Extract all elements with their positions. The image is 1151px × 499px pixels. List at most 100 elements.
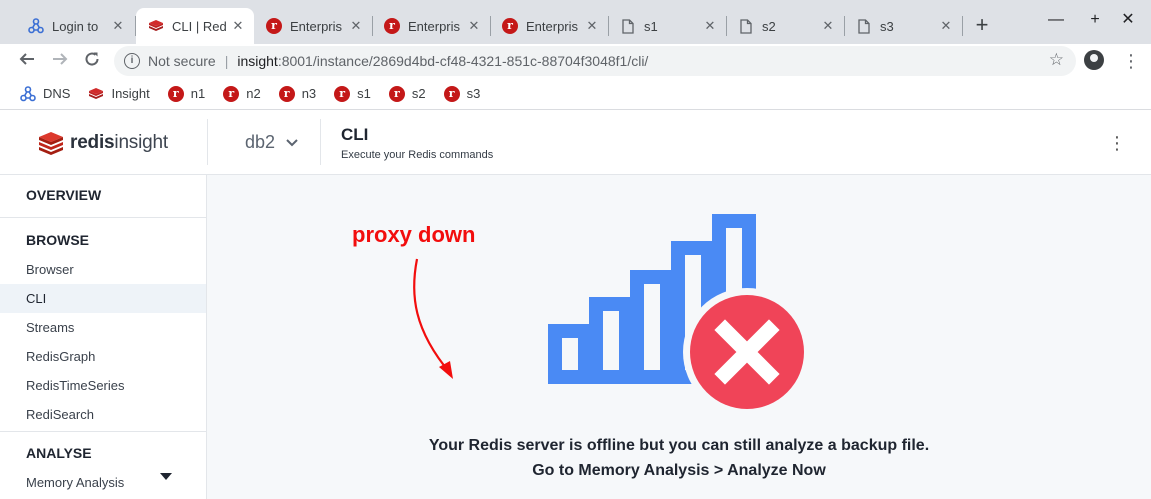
close-icon[interactable]: ✕ — [348, 18, 364, 34]
redis-r-icon: r — [266, 18, 282, 34]
tab-s1[interactable]: s1 ✕ — [608, 8, 726, 44]
chevron-down-icon — [286, 138, 298, 146]
dns-icon — [28, 18, 44, 34]
tab-title: Enterpris — [526, 18, 579, 34]
logo-text: redisinsight — [70, 132, 168, 153]
bookmark-dns[interactable]: DNS — [20, 85, 70, 102]
bookmark-n3[interactable]: r n3 — [278, 85, 317, 102]
main-content: proxy down Your Redis server is offline … — [207, 175, 1151, 499]
app-menu-icon[interactable]: ⋮ — [1108, 131, 1126, 155]
redis-logo-icon — [39, 132, 63, 155]
sidebar-item-redistimeseries[interactable]: RedisTimeSeries — [0, 371, 206, 400]
bookmark-label: n3 — [301, 86, 317, 101]
redis-insight-icon — [148, 18, 164, 34]
redis-insight-icon — [88, 86, 104, 102]
tab-enterprise-3[interactable]: r Enterpris ✕ — [490, 8, 608, 44]
redis-r-icon: r — [443, 85, 460, 102]
back-button[interactable] — [14, 48, 40, 74]
redis-r-icon: r — [167, 85, 184, 102]
close-icon[interactable]: ✕ — [466, 18, 482, 34]
security-label: Not secure — [148, 53, 216, 69]
redis-r-icon: r — [388, 85, 405, 102]
forward-button[interactable] — [47, 48, 73, 74]
bookmark-label: s3 — [466, 86, 481, 101]
arrow-left-icon — [19, 53, 34, 65]
close-icon[interactable]: ✕ — [820, 18, 836, 34]
sidebar-item-streams[interactable]: Streams — [0, 313, 206, 342]
close-icon[interactable]: ✕ — [938, 18, 954, 34]
close-window-button[interactable]: ✕ — [1118, 10, 1138, 30]
bookmark-star-icon[interactable]: ☆ — [1049, 50, 1064, 70]
maximize-button[interactable]: + — [1085, 10, 1105, 30]
app-header: redisinsight db2 CLI Execute your Redis … — [0, 111, 1151, 175]
url-host: insight — [237, 53, 278, 69]
sidebar-item-browser[interactable]: Browser — [0, 255, 206, 284]
server-offline-icon — [548, 214, 807, 416]
database-name: db2 — [245, 132, 276, 152]
sidebar-item-overview[interactable]: OVERVIEW — [0, 175, 206, 218]
document-icon — [620, 18, 636, 34]
redis-r-icon: r — [278, 85, 295, 102]
close-icon[interactable]: ✕ — [230, 18, 246, 34]
bookmark-s1[interactable]: r s1 — [334, 85, 371, 102]
memory-analysis-hint: Go to Memory Analysis > Analyze Now — [532, 462, 826, 479]
bookmark-s2[interactable]: r s2 — [388, 85, 426, 102]
bookmark-label: s2 — [411, 86, 426, 101]
account-avatar-icon[interactable] — [1084, 50, 1104, 70]
offline-message: Your Redis server is offline but you can… — [428, 437, 930, 454]
document-icon — [856, 18, 872, 34]
sidebar-item-redisearch[interactable]: RediSearch — [0, 400, 206, 429]
bookmark-label: n2 — [246, 86, 261, 101]
info-icon[interactable]: i — [124, 53, 140, 69]
tab-title: Enterpris — [290, 18, 343, 34]
close-icon[interactable]: ✕ — [702, 18, 718, 34]
annotation-arrow-icon — [413, 258, 453, 379]
bookmark-label: Insight — [111, 86, 150, 101]
sidebar-divider — [0, 431, 206, 432]
sidebar-item-cli[interactable]: CLI — [0, 284, 206, 313]
tab-enterprise-1[interactable]: r Enterpris ✕ — [254, 8, 372, 44]
redisinsight-logo[interactable]: redisinsight — [38, 130, 168, 156]
sidebar-section-browse: BROWSE — [26, 232, 89, 248]
tab-enterprise-2[interactable]: r Enterpris ✕ — [372, 8, 490, 44]
close-icon[interactable]: ✕ — [584, 18, 600, 34]
redis-r-icon: r — [502, 18, 518, 34]
bookmark-n2[interactable]: r n2 — [223, 85, 261, 102]
bookmark-insight[interactable]: Insight — [88, 86, 150, 102]
tab-title: s3 — [880, 18, 894, 34]
page-subtitle: Execute your Redis commands — [341, 149, 494, 161]
close-icon[interactable]: ✕ — [110, 18, 126, 34]
tab-title: s1 — [644, 18, 658, 34]
arrow-right-icon — [53, 53, 68, 65]
sidebar-section-analyse: ANALYSE — [26, 445, 92, 461]
tab-s2[interactable]: s2 ✕ — [726, 8, 844, 44]
sidebar-item-memory-analysis[interactable]: Memory Analysis — [0, 468, 206, 497]
address-divider: | — [224, 53, 229, 69]
sidebar: OVERVIEW BROWSE Browser CLI Streams Redi… — [0, 175, 207, 499]
tab-s3[interactable]: s3 ✕ — [844, 8, 962, 44]
page-title: CLI — [341, 125, 369, 144]
address-bar[interactable]: i Not secure | insight:8001/instance/286… — [114, 46, 1076, 76]
bookmarks-bar: DNS Insight r n1 r n2 r n3 r s1 r s2 r s3 — [0, 78, 1151, 110]
tab-divider — [962, 16, 963, 36]
minimize-button[interactable]: — — [1046, 10, 1066, 30]
sidebar-item-redisgraph[interactable]: RedisGraph — [0, 342, 206, 371]
annotation-text: proxy down — [352, 222, 476, 247]
caret-down-icon[interactable] — [160, 473, 172, 480]
database-selector[interactable]: db2 — [245, 132, 299, 153]
browser-menu-icon[interactable]: ⋮ — [1122, 48, 1140, 74]
tab-cli[interactable]: CLI | Red ✕ — [136, 8, 254, 44]
reload-button[interactable] — [79, 48, 105, 74]
bookmark-label: s1 — [357, 86, 371, 101]
browser-toolbar: i Not secure | insight:8001/instance/286… — [0, 44, 1151, 78]
dns-icon — [20, 85, 36, 102]
new-tab-button[interactable]: + — [970, 14, 994, 38]
header-divider — [320, 119, 321, 165]
redis-r-icon: r — [223, 85, 240, 102]
bookmark-s3[interactable]: r s3 — [443, 85, 481, 102]
redis-r-icon: r — [334, 85, 351, 102]
tab-login[interactable]: Login to ✕ — [16, 8, 134, 44]
tab-title: CLI | Red — [172, 18, 227, 34]
tab-title: s2 — [762, 18, 776, 34]
bookmark-n1[interactable]: r n1 — [167, 85, 205, 102]
